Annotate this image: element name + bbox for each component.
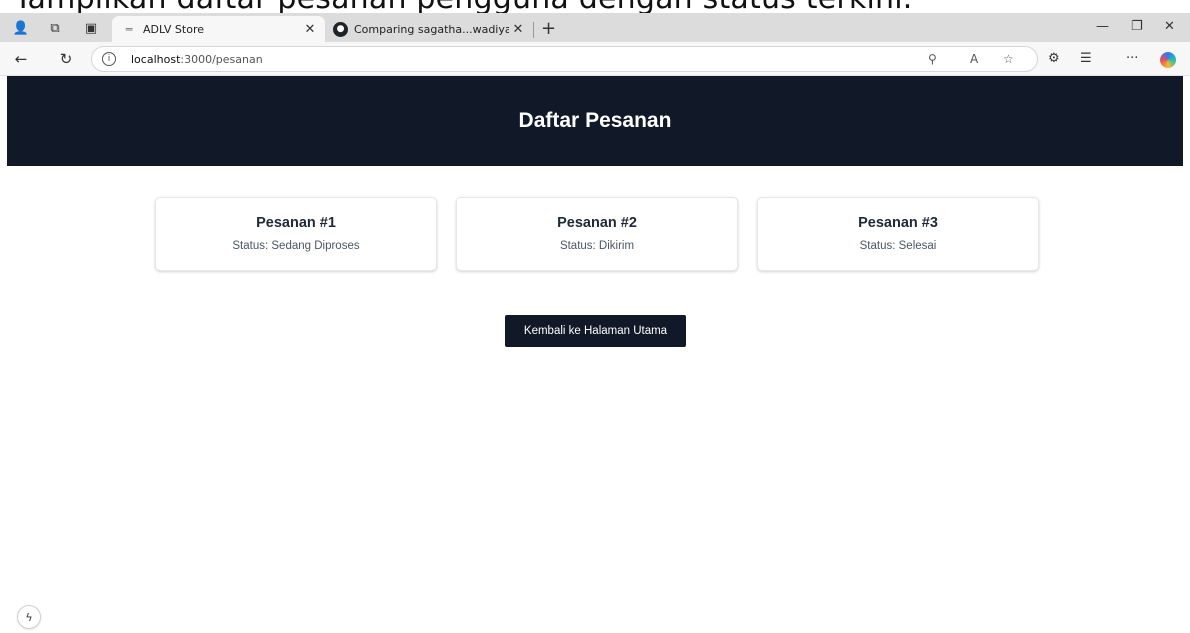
url-path: :3000/pesanan: [180, 53, 263, 66]
copilot-icon[interactable]: [1160, 52, 1176, 68]
more-menu-icon[interactable]: ···: [1126, 51, 1138, 66]
new-tab-icon[interactable]: +: [541, 18, 556, 39]
extensions-icon[interactable]: ⚙: [1048, 51, 1060, 66]
workspaces-icon[interactable]: ⧉: [44, 17, 66, 39]
read-aloud-icon[interactable]: A: [970, 52, 978, 66]
browser-address-bar: ← ↻ i localhost:3000/pesanan ⚲ A ☆ ⚙ ☰ ·…: [0, 42, 1190, 76]
info-icon[interactable]: i: [102, 52, 116, 66]
page-header: Daftar Pesanan: [7, 76, 1183, 166]
zoom-icon[interactable]: ⚲: [928, 52, 937, 66]
order-status: Status: Dikirim: [559, 240, 635, 252]
order-title: Pesanan #1: [256, 215, 336, 231]
close-icon[interactable]: ✕: [509, 22, 527, 37]
back-arrow-icon[interactable]: ←: [11, 49, 31, 69]
url-text: localhost:3000/pesanan: [131, 53, 263, 66]
page-icon: ═: [125, 22, 133, 36]
browser-tab-bar: 👤 ⧉ ▣ ═ ADLV Store ✕ ● Comparing sagatha…: [0, 13, 1190, 42]
close-window-icon[interactable]: ✕: [1164, 19, 1175, 34]
tab-title: ADLV Store: [143, 22, 205, 36]
url-host: localhost: [131, 53, 181, 66]
order-title: Pesanan #3: [858, 215, 938, 231]
tab-divider: [533, 22, 534, 38]
tab-adlv-store[interactable]: ═ ADLV Store ✕: [112, 16, 325, 42]
tab-github-compare[interactable]: ● Comparing sagatha...wadiyan · wa ✕: [327, 16, 533, 42]
order-card: Pesanan #1 Status: Sedang Diproses: [155, 197, 437, 271]
tab-actions-icon[interactable]: ▣: [80, 17, 102, 39]
back-to-home-button[interactable]: Kembali ke Halaman Utama: [505, 315, 686, 347]
github-icon: ●: [333, 21, 348, 37]
order-card: Pesanan #2 Status: Dikirim: [456, 197, 738, 271]
url-field[interactable]: i localhost:3000/pesanan ⚲ A ☆: [91, 46, 1038, 72]
favorites-icon[interactable]: ☰: [1080, 51, 1092, 66]
page-title: Daftar Pesanan: [518, 109, 672, 132]
order-status: Status: Sedang Diproses: [232, 240, 360, 252]
close-icon[interactable]: ✕: [301, 22, 319, 37]
lightning-icon[interactable]: ϟ: [17, 605, 41, 629]
tab-title: Comparing sagatha...wadiyan · wa: [354, 22, 509, 36]
order-status: Status: Selesai: [859, 240, 937, 252]
order-title: Pesanan #2: [557, 215, 637, 231]
profile-icon[interactable]: 👤: [10, 17, 32, 39]
order-card: Pesanan #3 Status: Selesai: [757, 197, 1039, 271]
reload-icon[interactable]: ↻: [56, 49, 76, 69]
restore-icon[interactable]: ❐: [1131, 19, 1143, 34]
favorite-star-icon[interactable]: ☆: [1003, 52, 1014, 66]
minimize-icon[interactable]: —: [1096, 19, 1109, 34]
